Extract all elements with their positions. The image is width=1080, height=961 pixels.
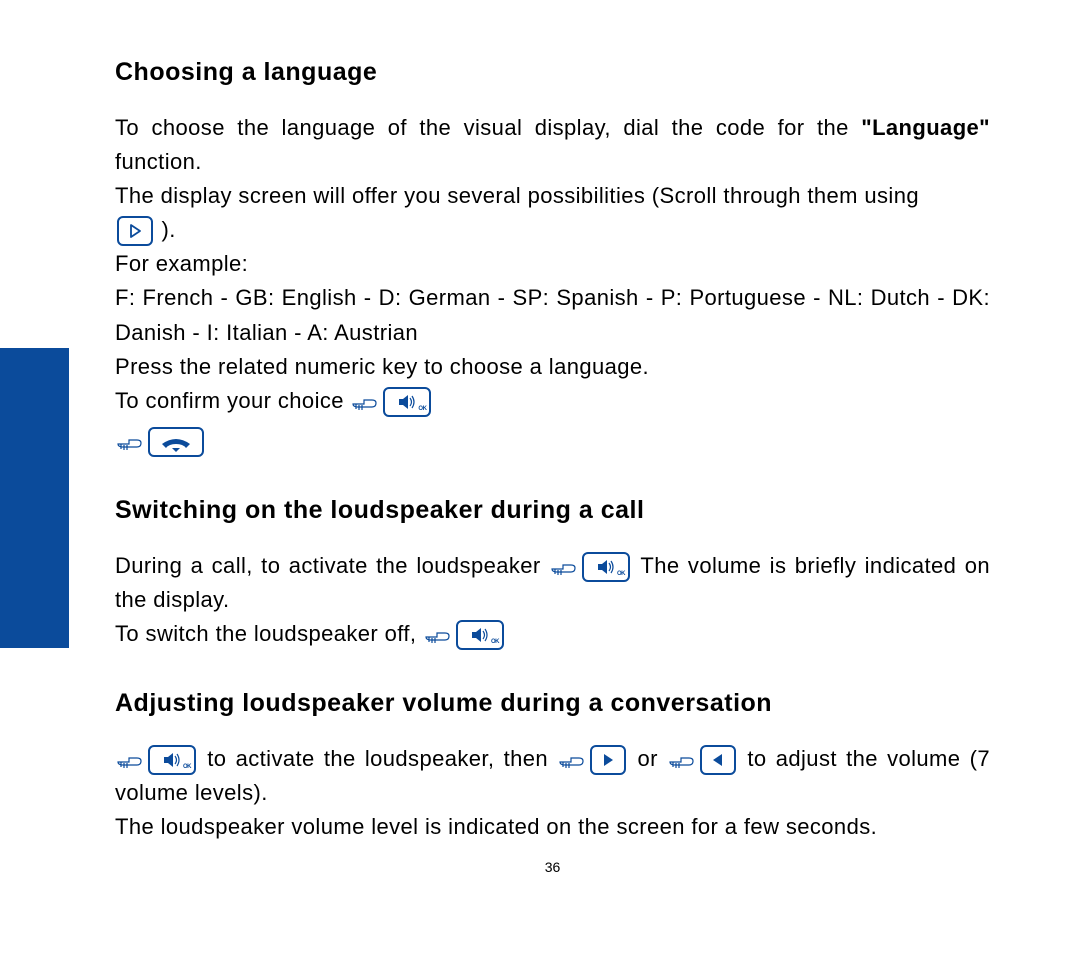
pointing-hand-icon <box>557 749 587 771</box>
paragraph: For example: <box>115 247 990 281</box>
paragraph: The display screen will offer you severa… <box>115 179 990 213</box>
paragraph: ). <box>115 213 990 247</box>
text: or <box>638 746 668 771</box>
section-choosing-language: Choosing a language To choose the langua… <box>115 58 990 458</box>
text: To confirm your choice <box>115 388 350 413</box>
paragraph: During a call, to activate the loudspeak… <box>115 549 990 617</box>
nav-right-key-icon <box>117 216 153 246</box>
hangup-key-icon <box>148 427 204 457</box>
speaker-ok-key-icon: OK <box>582 552 630 582</box>
pointing-hand-icon <box>423 624 453 646</box>
text: The display screen will offer you severa… <box>115 183 919 208</box>
paragraph: To choose the language of the visual dis… <box>115 111 990 179</box>
paragraph: Press the related numeric key to choose … <box>115 350 990 384</box>
speaker-ok-key-icon: OK <box>148 745 196 775</box>
paragraph: To confirm your choice OK <box>115 384 990 418</box>
text-bold-language: "Language" <box>861 115 990 140</box>
pointing-hand-icon <box>350 391 380 413</box>
page-number: 36 <box>115 859 990 875</box>
section-loudspeaker-on: Switching on the loudspeaker during a ca… <box>115 496 990 651</box>
speaker-ok-key-icon: OK <box>383 387 431 417</box>
text: To switch the loudspeaker off, <box>115 621 423 646</box>
text: To choose the language of the visual dis… <box>115 115 861 140</box>
paragraph: The loudspeaker volume level is indicate… <box>115 810 990 844</box>
heading-choosing-language: Choosing a language <box>115 58 990 87</box>
section-adjust-volume: Adjusting loudspeaker volume during a co… <box>115 689 990 844</box>
nav-left-key-icon <box>700 745 736 775</box>
text: to activate the loudspeaker, then <box>207 746 557 771</box>
pointing-hand-icon <box>549 556 579 578</box>
text: function. <box>115 149 202 174</box>
paragraph: To switch the loudspeaker off, OK <box>115 617 990 651</box>
paragraph <box>115 424 990 458</box>
pointing-hand-icon <box>115 749 145 771</box>
paragraph: OK to activate the loudspeaker, then or <box>115 742 990 810</box>
speaker-ok-key-icon: OK <box>456 620 504 650</box>
text: During a call, to activate the loudspeak… <box>115 553 549 578</box>
pointing-hand-icon <box>667 749 697 771</box>
side-blue-bar <box>0 348 69 648</box>
heading-adjust-volume: Adjusting loudspeaker volume during a co… <box>115 689 990 718</box>
paragraph-languages-list: F: French - GB: English - D: German - SP… <box>115 281 990 349</box>
heading-loudspeaker-on: Switching on the loudspeaker during a ca… <box>115 496 990 525</box>
text: ). <box>155 217 176 242</box>
nav-right-key-icon <box>590 745 626 775</box>
page-content: Choosing a language To choose the langua… <box>115 58 990 875</box>
pointing-hand-icon <box>115 431 145 453</box>
